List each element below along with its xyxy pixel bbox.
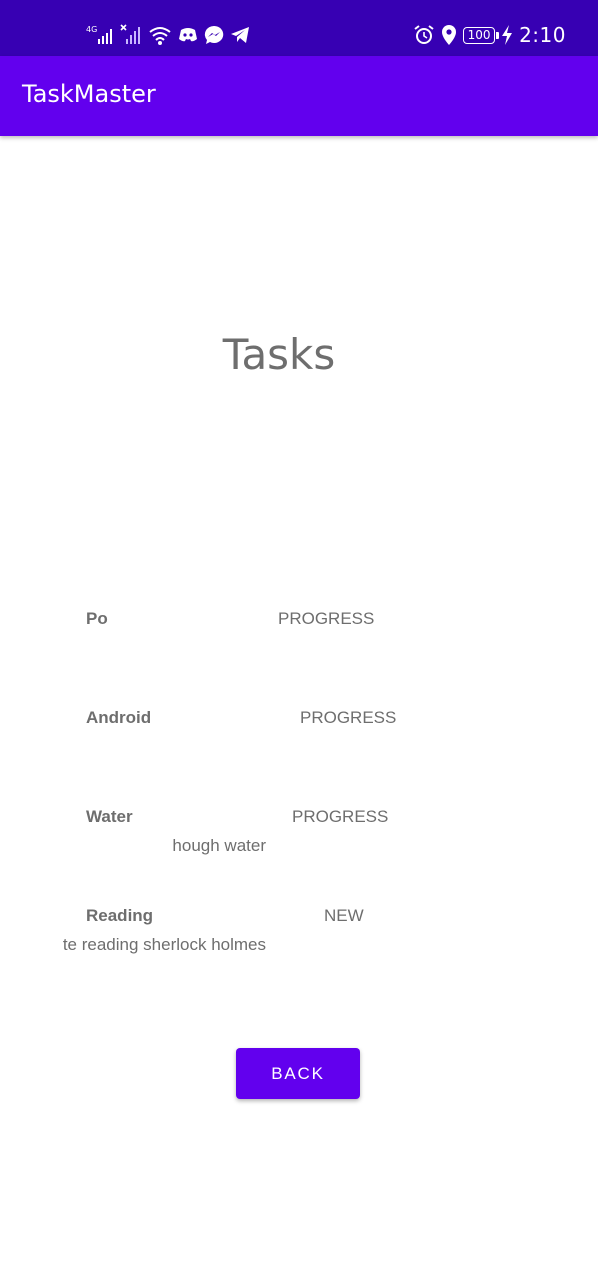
location-icon xyxy=(442,25,457,45)
task-state: PROGRESS xyxy=(292,807,389,826)
app-bar: TaskMaster xyxy=(0,56,598,136)
task-state: NEW xyxy=(324,906,364,925)
svg-text:4G: 4G xyxy=(86,25,97,34)
signal-no-sim-icon xyxy=(120,24,140,44)
page-title: Tasks xyxy=(222,330,336,379)
discord-icon xyxy=(179,28,197,42)
status-right-icons: 100 2:10 xyxy=(413,20,566,50)
task-body: te reading sherlock holmes xyxy=(62,935,266,954)
status-bar: 4G 100 2:10 xyxy=(0,0,598,56)
status-left-icons: 4G xyxy=(86,22,250,48)
signal-4g-icon: 4G xyxy=(86,25,112,44)
task-state: PROGRESS xyxy=(278,609,375,628)
task-title: Reading xyxy=(86,906,154,925)
app-title: TaskMaster xyxy=(22,80,156,108)
battery-icon: 100 xyxy=(463,26,500,44)
back-button-label: BACK xyxy=(271,1063,325,1083)
status-time: 2:10 xyxy=(519,23,566,47)
battery-level: 100 xyxy=(467,28,491,42)
telegram-icon xyxy=(231,27,249,43)
task-body: hough water xyxy=(172,836,266,855)
messenger-icon xyxy=(204,25,224,44)
back-button[interactable]: BACK xyxy=(236,1048,360,1099)
wifi-icon xyxy=(149,27,171,45)
task-title: Po xyxy=(86,609,108,628)
task-title: Android xyxy=(86,708,152,727)
task-state: PROGRESS xyxy=(300,708,397,727)
task-title: Water xyxy=(86,807,133,826)
alarm-icon xyxy=(414,25,434,44)
charging-icon xyxy=(502,25,513,45)
